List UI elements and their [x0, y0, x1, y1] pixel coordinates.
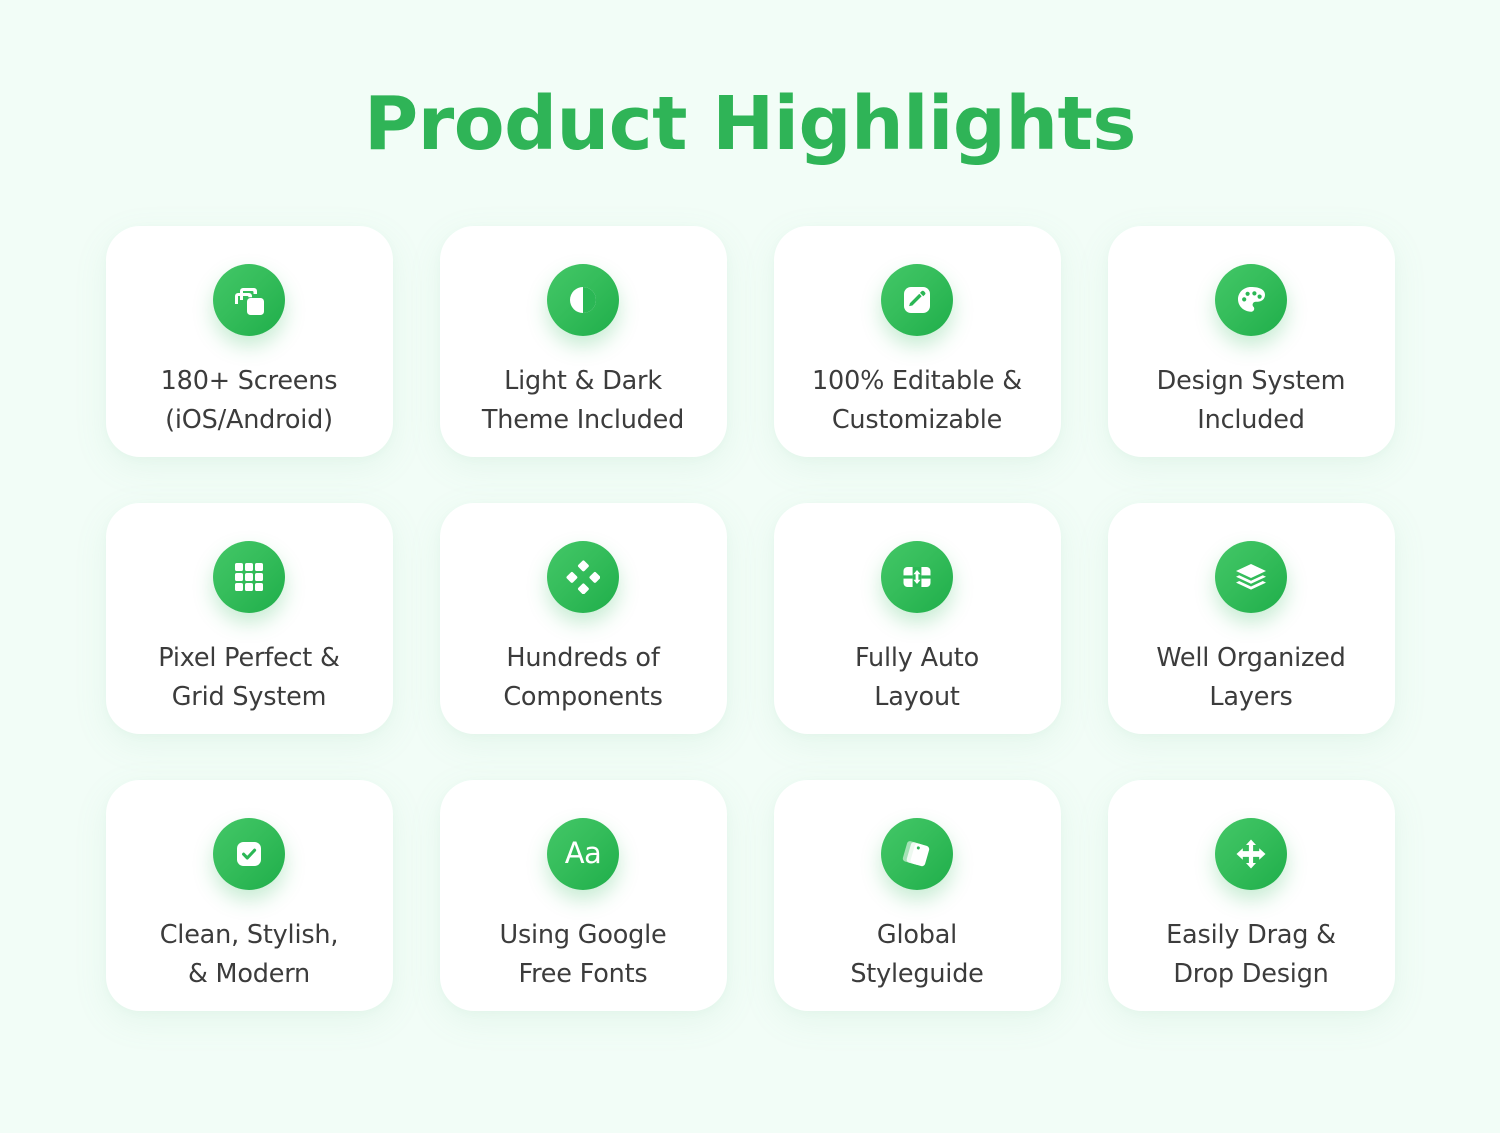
highlights-grid: 180+ Screens (iOS/Android) Light & Dark …: [105, 225, 1395, 1011]
highlight-card-label: 100% Editable & Customizable: [812, 365, 1022, 436]
grid-nine-squares-icon: [213, 540, 285, 613]
pencil-edit-icon: [881, 263, 953, 336]
highlight-card-label: Hundreds of Components: [503, 642, 663, 713]
highlight-card-theme[interactable]: Light & Dark Theme Included: [439, 225, 727, 457]
highlight-card-label: Using Google Free Fonts: [499, 919, 667, 990]
palette-icon: [1215, 263, 1287, 336]
highlight-card-label: Well Organized Layers: [1156, 642, 1346, 713]
highlight-card-screens[interactable]: 180+ Screens (iOS/Android): [105, 225, 393, 457]
highlight-card-fonts[interactable]: Aa Using Google Free Fonts: [439, 779, 727, 1011]
auto-layout-vertical-arrow-icon: [881, 540, 953, 613]
highlight-card-clean-modern[interactable]: Clean, Stylish, & Modern: [105, 779, 393, 1011]
move-drag-arrows-icon: [1215, 817, 1287, 890]
product-highlights-page: Product Highlights 180+ Screens (iOS/And…: [0, 0, 1500, 1133]
highlight-card-components[interactable]: Hundreds of Components: [439, 502, 727, 734]
highlight-card-label: Light & Dark Theme Included: [481, 365, 685, 436]
highlight-card-label: Global Styleguide: [850, 919, 984, 990]
checkbox-checked-icon: [213, 817, 285, 890]
highlight-card-label: 180+ Screens (iOS/Android): [160, 365, 338, 436]
highlight-card-styleguide[interactable]: Global Styleguide: [773, 779, 1061, 1011]
highlight-card-auto-layout[interactable]: Fully Auto Layout: [773, 502, 1061, 734]
highlight-card-label: Pixel Perfect & Grid System: [158, 642, 340, 713]
font-aa-glyph: Aa: [564, 836, 602, 871]
font-aa-icon: Aa: [547, 817, 619, 890]
page-title: Product Highlights: [364, 81, 1136, 167]
highlight-card-grid-system[interactable]: Pixel Perfect & Grid System: [105, 502, 393, 734]
highlight-card-label: Design System Included: [1156, 365, 1346, 436]
style-swatches-icon: [881, 817, 953, 890]
highlight-card-design-system[interactable]: Design System Included: [1107, 225, 1395, 457]
highlight-card-label: Easily Drag & Drop Design: [1166, 919, 1336, 990]
copy-stack-icon: [213, 263, 285, 336]
four-diamonds-component-icon: [547, 540, 619, 613]
highlight-card-drag-drop[interactable]: Easily Drag & Drop Design: [1107, 779, 1395, 1011]
highlight-card-editable[interactable]: 100% Editable & Customizable: [773, 225, 1061, 457]
highlight-card-layers[interactable]: Well Organized Layers: [1107, 502, 1395, 734]
contrast-half-circle-icon: [547, 263, 619, 336]
highlight-card-label: Clean, Stylish, & Modern: [159, 919, 339, 990]
layers-stack-icon: [1215, 540, 1287, 613]
highlight-card-label: Fully Auto Layout: [854, 642, 979, 713]
